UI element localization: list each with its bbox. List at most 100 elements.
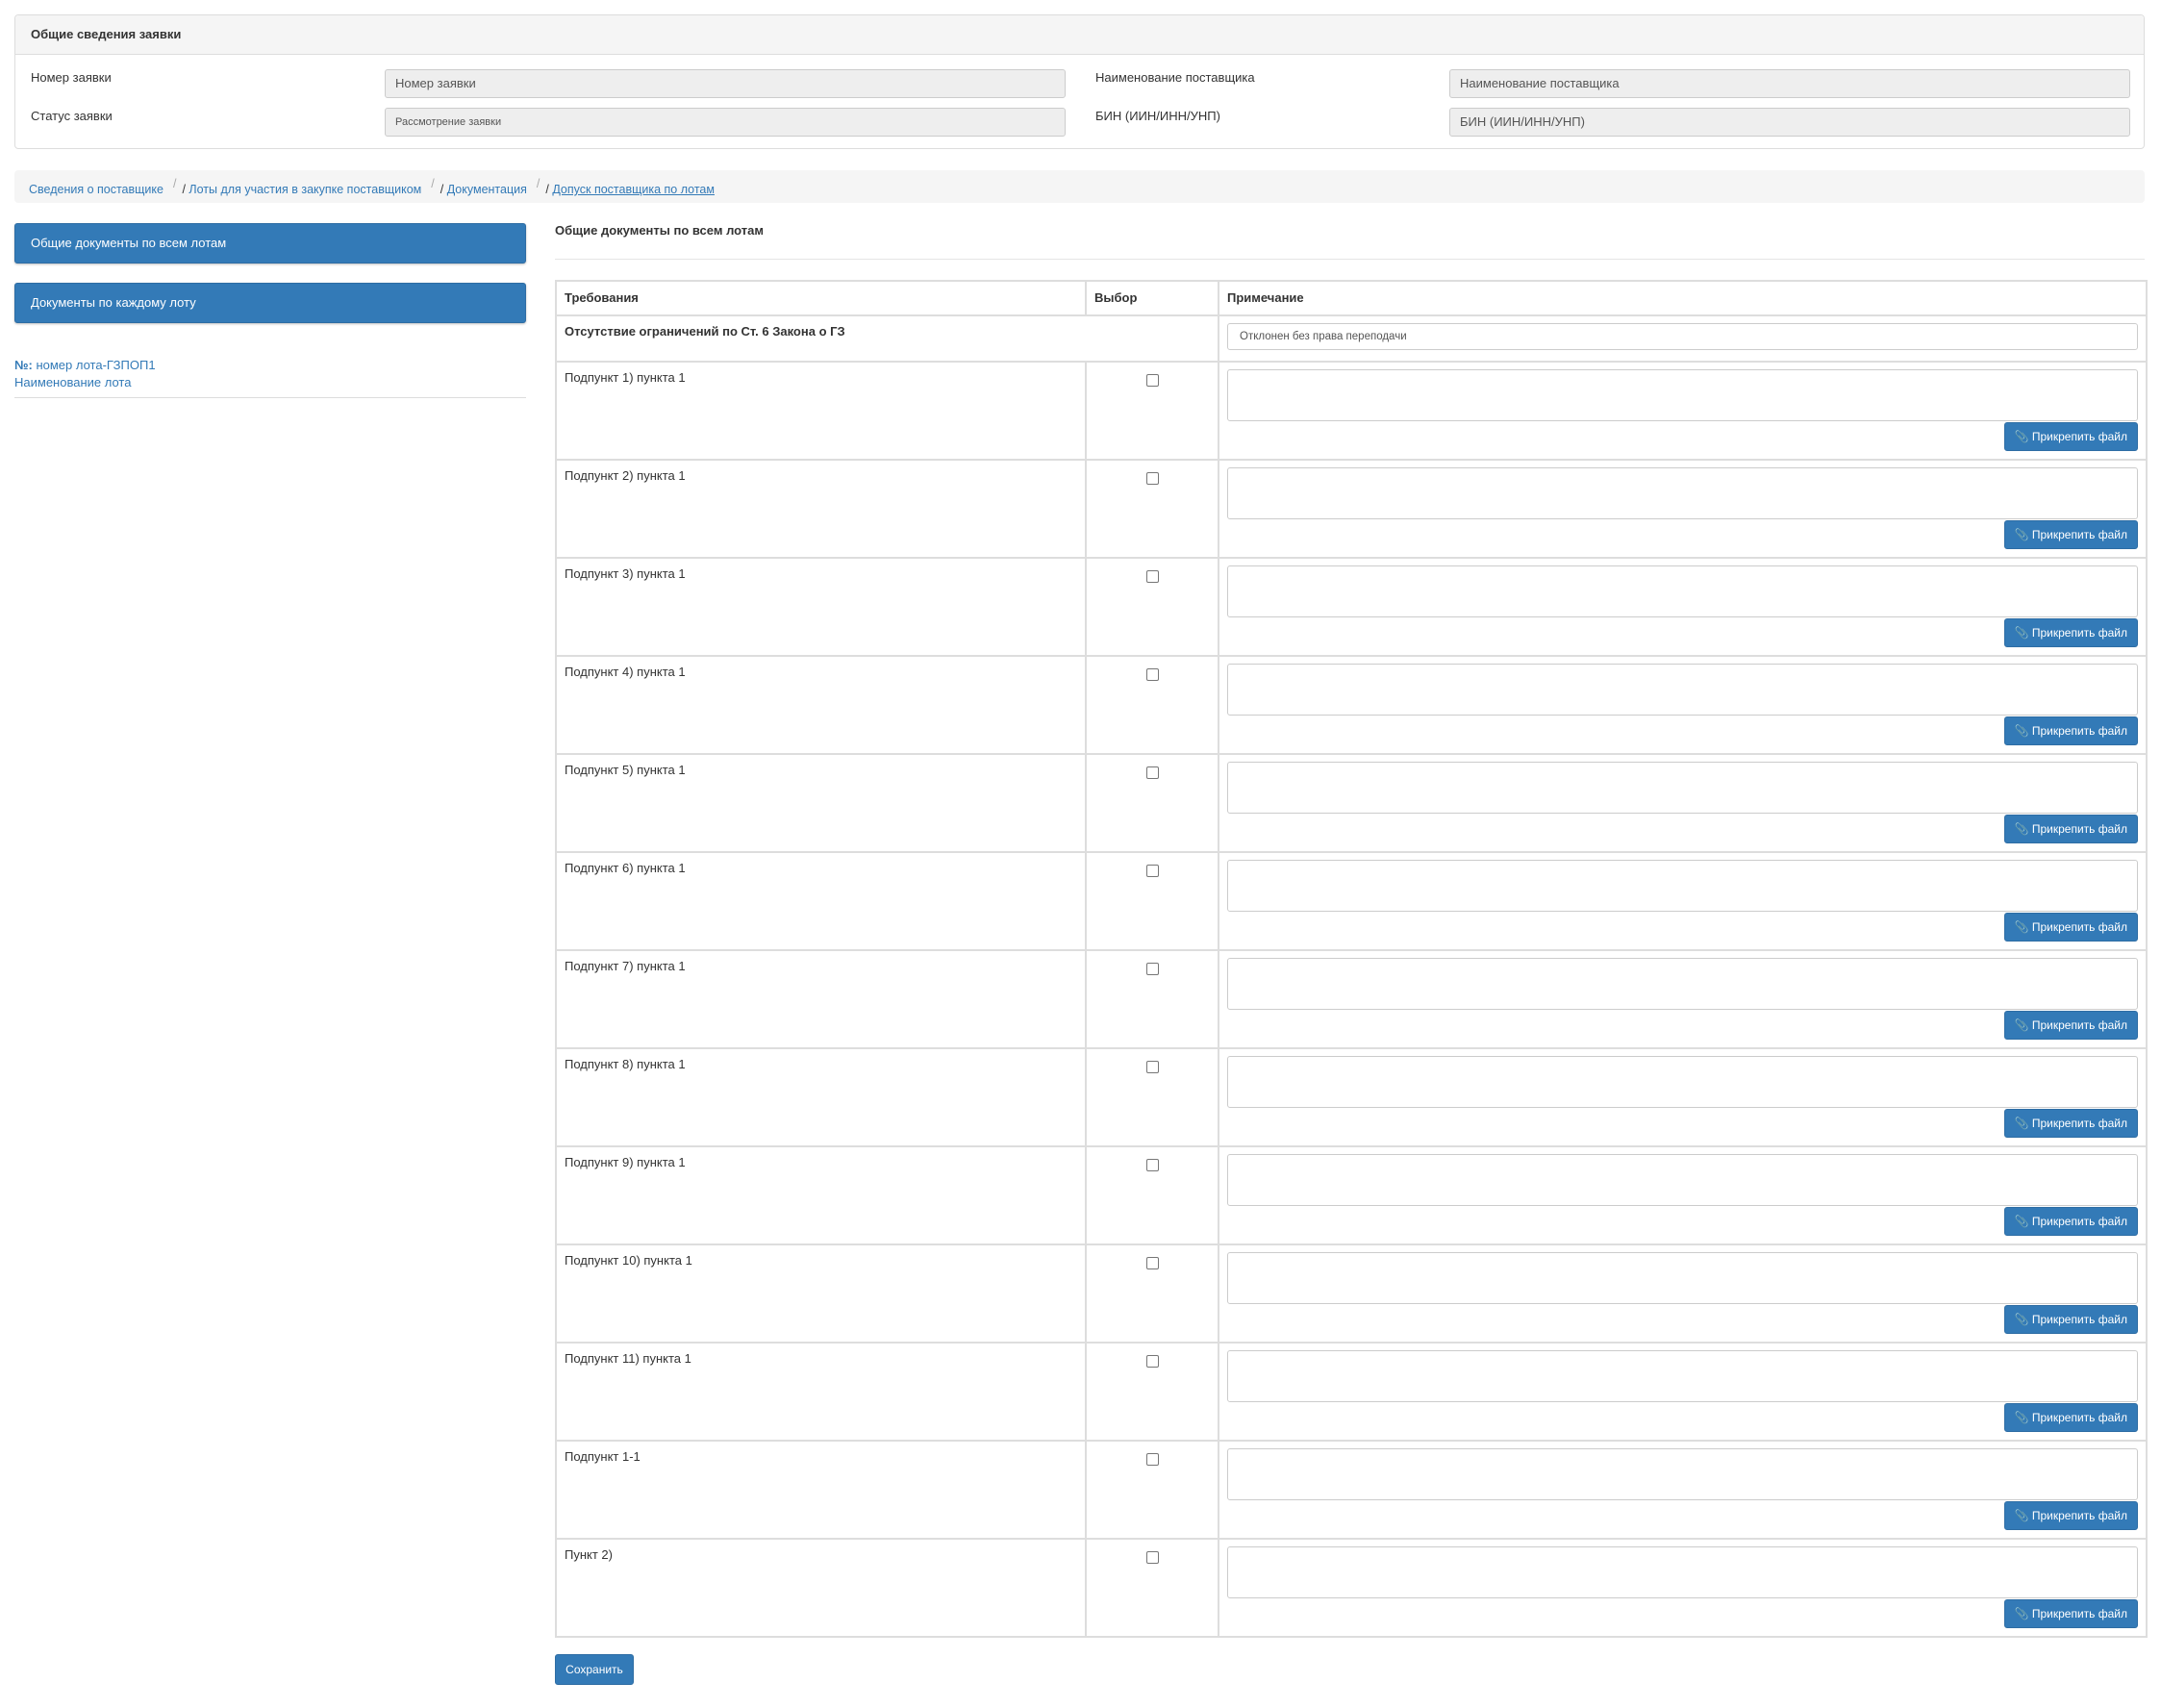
note-textarea[interactable] (1227, 1154, 2138, 1206)
group-title: Отсутствие ограничений по Ст. 6 Закона о… (555, 314, 1219, 363)
requirement-label: Подпункт 1) пункта 1 (565, 370, 686, 385)
breadcrumb-supplier-info[interactable]: Сведения о поставщике (29, 183, 163, 196)
attach-file-button[interactable]: 📎 Прикрепить файл (2003, 1501, 2138, 1530)
choice-checkbox[interactable] (1145, 1551, 1159, 1564)
attach-file-button[interactable]: 📎 Прикрепить файл (2003, 618, 2138, 647)
attach-file-button[interactable]: 📎 Прикрепить файл (2003, 913, 2138, 942)
attach-file-label: Прикрепить файл (2031, 1607, 2127, 1620)
attach-file-button[interactable]: 📎 Прикрепить файл (2003, 1305, 2138, 1334)
attach-file-button[interactable]: 📎 Прикрепить файл (2003, 422, 2138, 451)
choice-checkbox[interactable] (1145, 472, 1159, 485)
column-header-requirements: Требования (555, 280, 1087, 316)
note-textarea[interactable] (1227, 860, 2138, 912)
supplier-name-field[interactable]: Наименование поставщика (1449, 69, 2130, 98)
paperclip-icon: 📎 (2014, 1018, 2029, 1032)
request-status-field[interactable]: Рассмотрение заявки (385, 108, 1066, 137)
table-row: Подпункт 10) пункта 1 📎 Прикрепить файл (555, 1243, 2148, 1344)
paperclip-icon: 📎 (2014, 724, 2029, 738)
column-header-note: Примечание (1218, 280, 2148, 316)
attach-file-button[interactable]: 📎 Прикрепить файл (2003, 520, 2138, 549)
attach-file-button[interactable]: 📎 Прикрепить файл (2003, 1109, 2138, 1138)
table-row: Пункт 2) 📎 Прикрепить файл (555, 1538, 2148, 1638)
paperclip-icon: 📎 (2014, 1117, 2029, 1130)
choice-checkbox[interactable] (1145, 374, 1159, 387)
group-row: Отсутствие ограничений по Ст. 6 Закона о… (555, 314, 2148, 363)
attach-file-label: Прикрепить файл (2031, 822, 2127, 836)
section-title: Общие документы по всем лотам (555, 223, 764, 238)
breadcrumb-lot-admission[interactable]: Допуск поставщика по лотам (552, 183, 715, 196)
paperclip-icon: 📎 (2014, 528, 2029, 541)
breadcrumb-documentation[interactable]: Документация (447, 183, 527, 196)
requirement-label: Подпункт 11) пункта 1 (565, 1351, 691, 1366)
note-textarea[interactable] (1227, 1448, 2138, 1500)
attach-file-label: Прикрепить файл (2031, 1509, 2127, 1522)
choice-checkbox[interactable] (1145, 570, 1159, 583)
note-textarea[interactable] (1227, 664, 2138, 716)
supplier-name-label: Наименование поставщика (1095, 70, 1255, 85)
group-note-field[interactable]: Отклонен без права переподачи (1227, 323, 2138, 350)
requirement-label: Подпункт 4) пункта 1 (565, 665, 686, 679)
table-row: Подпункт 9) пункта 1 📎 Прикрепить файл (555, 1145, 2148, 1245)
bin-field[interactable]: БИН (ИИН/ИНН/УНП) (1449, 108, 2130, 137)
note-textarea[interactable] (1227, 958, 2138, 1010)
attach-file-button[interactable]: 📎 Прикрепить файл (2003, 1207, 2138, 1236)
note-textarea[interactable] (1227, 762, 2138, 814)
attach-file-label: Прикрепить файл (2031, 1313, 2127, 1326)
note-textarea[interactable] (1227, 1546, 2138, 1598)
note-textarea[interactable] (1227, 1056, 2138, 1108)
choice-checkbox[interactable] (1145, 1453, 1159, 1466)
choice-checkbox[interactable] (1145, 668, 1159, 681)
requirement-label: Подпункт 8) пункта 1 (565, 1057, 686, 1071)
attach-file-label: Прикрепить файл (2031, 626, 2127, 640)
menu-common-documents-button[interactable]: Общие документы по всем лотам (14, 223, 526, 264)
choice-checkbox[interactable] (1145, 1061, 1159, 1073)
lot-name-link[interactable]: Наименование лота (14, 375, 131, 389)
column-header-choice: Выбор (1085, 280, 1219, 316)
attach-file-button[interactable]: 📎 Прикрепить файл (2003, 1011, 2138, 1040)
table-row: Подпункт 3) пункта 1 📎 Прикрепить файл (555, 557, 2148, 657)
lot-number-label: №: (14, 358, 33, 372)
requirement-label: Подпункт 2) пункта 1 (565, 468, 686, 483)
section-divider (555, 259, 2145, 260)
attach-file-button[interactable]: 📎 Прикрепить файл (2003, 1599, 2138, 1628)
table-row: Подпункт 7) пункта 1 📎 Прикрепить файл (555, 949, 2148, 1049)
save-button[interactable]: Сохранить (555, 1654, 634, 1685)
attach-file-label: Прикрепить файл (2031, 920, 2127, 934)
paperclip-icon: 📎 (2014, 1607, 2029, 1620)
lot-info: №: номер лота-ГЗПОП1 Наименование лота (14, 357, 526, 398)
attach-file-button[interactable]: 📎 Прикрепить файл (2003, 1403, 2138, 1432)
general-info-panel: Общие сведения заявки Номер заявки Номер… (14, 14, 2145, 149)
requirement-label: Пункт 2) (565, 1547, 613, 1562)
choice-checkbox[interactable] (1145, 1257, 1159, 1269)
choice-checkbox[interactable] (1145, 766, 1159, 779)
attach-file-button[interactable]: 📎 Прикрепить файл (2003, 716, 2138, 745)
breadcrumb-lots[interactable]: Лоты для участия в закупке поставщиком (188, 183, 421, 196)
note-textarea[interactable] (1227, 467, 2138, 519)
table-row: Подпункт 6) пункта 1 📎 Прикрепить файл (555, 851, 2148, 951)
attach-file-label: Прикрепить файл (2031, 1018, 2127, 1032)
menu-lot-documents-button[interactable]: Документы по каждому лоту (14, 283, 526, 323)
note-textarea[interactable] (1227, 1252, 2138, 1304)
choice-checkbox[interactable] (1145, 963, 1159, 975)
requirement-label: Подпункт 6) пункта 1 (565, 861, 686, 875)
requirement-label: Подпункт 5) пункта 1 (565, 763, 686, 777)
requirement-label: Подпункт 7) пункта 1 (565, 959, 686, 973)
lot-number-link[interactable]: номер лота-ГЗПОП1 (36, 358, 155, 372)
note-textarea[interactable] (1227, 369, 2138, 421)
table-row: Подпункт 1) пункта 1 📎 Прикрепить файл (555, 361, 2148, 461)
choice-checkbox[interactable] (1145, 1355, 1159, 1368)
note-textarea[interactable] (1227, 565, 2138, 617)
choice-checkbox[interactable] (1145, 1159, 1159, 1171)
paperclip-icon: 📎 (2014, 920, 2029, 934)
note-textarea[interactable] (1227, 1350, 2138, 1402)
request-number-field[interactable]: Номер заявки (385, 69, 1066, 98)
requirement-label: Подпункт 1-1 (565, 1449, 641, 1464)
attach-file-button[interactable]: 📎 Прикрепить файл (2003, 815, 2138, 843)
table-row: Подпункт 11) пункта 1 📎 Прикрепить файл (555, 1342, 2148, 1442)
attach-file-label: Прикрепить файл (2031, 1215, 2127, 1228)
table-row: Подпункт 2) пункта 1 📎 Прикрепить файл (555, 459, 2148, 559)
attach-file-label: Прикрепить файл (2031, 724, 2127, 738)
request-status-label: Статус заявки (31, 109, 113, 123)
attach-file-label: Прикрепить файл (2031, 528, 2127, 541)
choice-checkbox[interactable] (1145, 865, 1159, 877)
